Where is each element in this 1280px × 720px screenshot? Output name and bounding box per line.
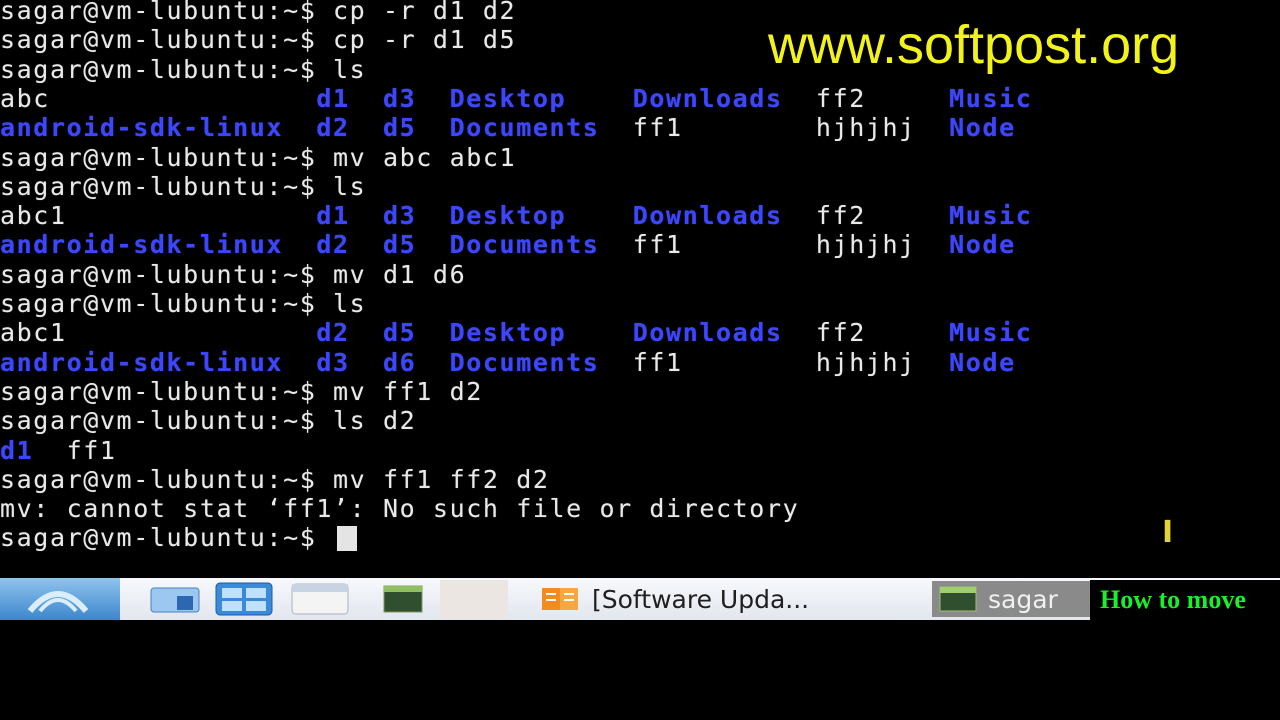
terminal-text: ff2 [782, 83, 950, 113]
task-item-blank[interactable] [440, 580, 508, 618]
terminal-text: sagar@vm-lubuntu:~$ ls d2 [0, 406, 417, 436]
terminal-line: sagar@vm-lubuntu:~$ ls d2 [0, 406, 1280, 435]
terminal-text: abc [0, 83, 317, 113]
start-menu-button[interactable] [0, 578, 120, 620]
directory-entry: d1 d3 Desktop Downloads [316, 83, 783, 113]
terminal-text: ff2 [782, 318, 950, 348]
directory-entry: Node [949, 347, 1016, 377]
terminal-line: sagar@vm-lubuntu:~$ mv ff1 ff2 d2 [0, 465, 1280, 494]
directory-entry: android-sdk-linux d3 d6 Documents [0, 347, 600, 377]
terminal-line: sagar@vm-lubuntu:~$ mv d1 d6 [0, 260, 1280, 289]
terminal-text: sagar@vm-lubuntu:~$ ls [0, 289, 367, 318]
terminal-line: sagar@vm-lubuntu:~$ ls [0, 172, 1280, 201]
terminal-line: abc1 d1 d3 Desktop Downloads ff2 Music [0, 201, 1280, 230]
terminal-line: sagar@vm-lubuntu:~$ mv ff1 d2 [0, 377, 1280, 406]
desktop-switcher-icon[interactable] [214, 582, 274, 616]
terminal-line: sagar@vm-lubuntu:~$ [0, 523, 1280, 552]
task-label: [Software Upda... [592, 584, 810, 614]
terminal-text: ff2 [782, 201, 950, 231]
show-desktop-icon[interactable] [290, 582, 350, 616]
terminal-text: sagar@vm-lubuntu:~$ mv ff1 d2 [0, 376, 483, 406]
directory-entry: Node [949, 230, 1016, 260]
black-area [0, 620, 1280, 720]
terminal-line: mv: cannot stat ‘ff1’: No such file or d… [0, 494, 1280, 523]
terminal-icon [939, 586, 977, 612]
file-manager-icon[interactable] [145, 582, 205, 616]
directory-entry: d2 d5 Desktop Downloads [316, 318, 783, 348]
directory-entry: d1 d3 Desktop Downloads [316, 201, 783, 231]
directory-entry: Music [949, 83, 1033, 113]
terminal-text: ff1 hjhjhj [599, 113, 950, 143]
terminal-text: abc1 [0, 201, 317, 231]
lubuntu-logo-icon [27, 591, 89, 613]
watermark: www.softpost.org [768, 15, 1180, 75]
terminal-text: sagar@vm-lubuntu:~$ mv d1 d6 [0, 259, 467, 289]
directory-entry: Music [949, 318, 1033, 348]
directory-entry: Node [949, 113, 1016, 143]
terminal-text: abc1 [0, 318, 317, 348]
task-label: sagar [988, 584, 1058, 614]
video-caption: How to move [1090, 580, 1280, 620]
software-update-icon [542, 588, 578, 610]
terminal-line: abc d1 d3 Desktop Downloads ff2 Music [0, 84, 1280, 113]
terminal-line: android-sdk-linux d2 d5 Documents ff1 hj… [0, 113, 1280, 142]
terminal-text: sagar@vm-lubuntu:~$ cp -r d1 d2 [0, 0, 517, 25]
directory-entry: android-sdk-linux d2 d5 Documents [0, 113, 600, 143]
terminal-line: d1 ff1 [0, 436, 1280, 465]
task-item-software-update[interactable]: [Software Upda... [540, 581, 809, 617]
terminal-text: mv: cannot stat ‘ff1’: No such file or d… [0, 494, 800, 524]
directory-entry: d1 [0, 435, 34, 465]
terminal-text: ff1 [33, 435, 117, 465]
terminal-line: abc1 d2 d5 Desktop Downloads ff2 Music [0, 318, 1280, 347]
terminal-text: sagar@vm-lubuntu:~$ ls [0, 54, 367, 84]
text-cursor-icon: I [1162, 515, 1174, 550]
terminal-text: sagar@vm-lubuntu:~$ mv abc abc1 [0, 142, 517, 172]
terminal-line: android-sdk-linux d3 d6 Documents ff1 hj… [0, 348, 1280, 377]
task-item-terminal[interactable]: sagar [932, 581, 1100, 617]
terminal-text: sagar@vm-lubuntu:~$ mv ff1 ff2 d2 [0, 464, 550, 494]
terminal-text: sagar@vm-lubuntu:~$ ls [0, 171, 367, 201]
terminal-line: sagar@vm-lubuntu:~$ mv abc abc1 [0, 143, 1280, 172]
taskbar: [Software Upda... sagar [0, 578, 1280, 620]
terminal-text: ff1 hjhjhj [599, 347, 950, 377]
terminal-line: android-sdk-linux d2 d5 Documents ff1 hj… [0, 230, 1280, 259]
terminal-cursor [337, 526, 358, 552]
terminal-launcher-icon[interactable] [372, 582, 432, 616]
terminal-text: sagar@vm-lubuntu:~$ [0, 523, 334, 553]
terminal-window[interactable]: sagar@vm-lubuntu:~$ cp -r d1 d2 sagar@vm-… [0, 0, 1280, 578]
directory-entry: android-sdk-linux d2 d5 Documents [0, 230, 600, 260]
directory-entry: Music [949, 201, 1033, 231]
terminal-text: sagar@vm-lubuntu:~$ cp -r d1 d5 [0, 25, 517, 55]
terminal-line: sagar@vm-lubuntu:~$ ls [0, 289, 1280, 318]
terminal-text: ff1 hjhjhj [599, 230, 950, 260]
